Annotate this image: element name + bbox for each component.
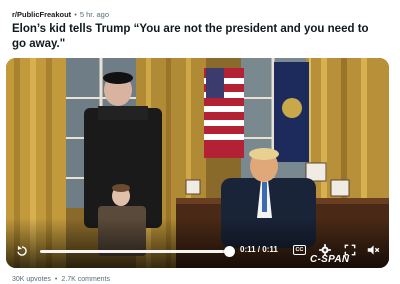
post-age: 5 hr. ago <box>79 9 110 19</box>
video-time-display: 0:11 / 0:11 <box>240 245 278 254</box>
stats-separator: • <box>54 276 58 283</box>
post-title[interactable]: Elon’s kid tells Trump “You are not the … <box>12 22 384 52</box>
video-player[interactable]: 0:11 / 0:11 CC C-SPAN <box>6 58 389 268</box>
captions-button[interactable]: CC <box>293 245 306 255</box>
video-frame <box>6 58 389 268</box>
video-progress-bar[interactable] <box>40 246 235 257</box>
comment-count[interactable]: 2.7K comments <box>61 276 110 283</box>
mute-icon[interactable] <box>366 243 380 257</box>
subreddit-link[interactable]: r/PublicFreakout <box>12 10 71 19</box>
post-meta: r/PublicFreakout • 5 hr. ago <box>12 8 109 20</box>
progress-scrubber-handle[interactable] <box>224 246 235 257</box>
meta-separator: • <box>74 9 77 19</box>
cspan-watermark: C-SPAN <box>310 254 350 265</box>
upvote-count[interactable]: 30K upvotes <box>12 276 51 283</box>
post-stats: 30K upvotes • 2.7K comments <box>12 276 110 283</box>
post-card[interactable]: r/PublicFreakout • 5 hr. ago Elon’s kid … <box>0 0 400 284</box>
replay-icon[interactable] <box>15 244 29 258</box>
